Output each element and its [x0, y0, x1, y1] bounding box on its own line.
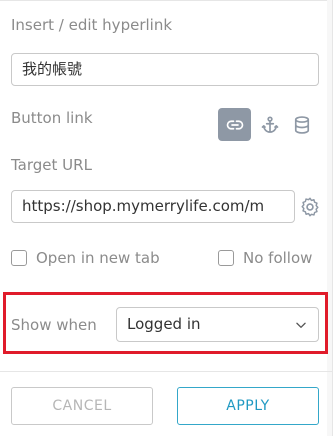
button-link-label: Button link — [11, 109, 93, 127]
open-new-tab-checkbox[interactable]: Open in new tab — [11, 247, 160, 269]
apply-button[interactable]: APPLY — [177, 387, 319, 425]
database-icon — [294, 116, 310, 134]
chevron-down-icon — [296, 322, 306, 328]
show-when-value: Logged in — [127, 315, 201, 333]
link-text-input[interactable]: 我的帳號 — [11, 53, 319, 86]
open-new-tab-label: Open in new tab — [36, 249, 160, 267]
link-icon — [226, 119, 243, 130]
top-border — [0, 0, 333, 1]
hyperlink-panel: Insert / edit hyperlink 我的帳號 Button link… — [0, 0, 333, 436]
link-type-anchor-button[interactable] — [256, 111, 284, 139]
checkbox-box[interactable] — [11, 250, 27, 266]
footer-divider — [0, 371, 333, 372]
show-when-select[interactable]: Logged in — [116, 307, 319, 342]
anchor-icon — [261, 116, 279, 133]
cancel-button[interactable]: CANCEL — [11, 387, 153, 425]
link-type-data-button[interactable] — [288, 111, 316, 139]
checkbox-box[interactable] — [218, 250, 234, 266]
target-url-input[interactable]: https://shop.mymerrylife.com/m — [11, 190, 295, 223]
no-follow-checkbox[interactable]: No follow — [218, 247, 312, 269]
panel-title: Insert / edit hyperlink — [11, 16, 173, 34]
target-url-label: Target URL — [11, 156, 92, 174]
no-follow-label: No follow — [243, 249, 313, 267]
show-when-label: Show when — [11, 316, 97, 334]
gear-icon[interactable] — [299, 196, 321, 218]
link-type-url-button[interactable] — [218, 108, 251, 141]
